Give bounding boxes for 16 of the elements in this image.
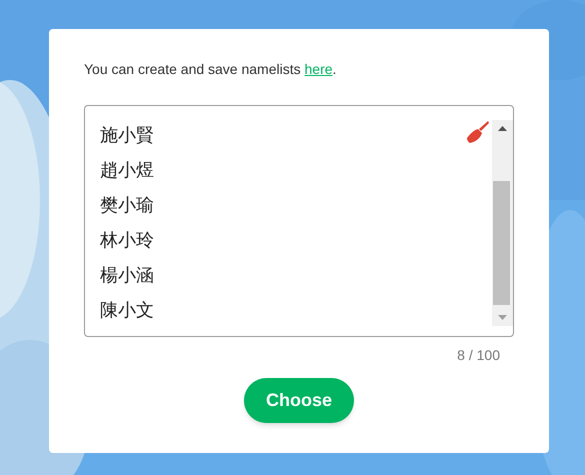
name-line: 施小賢 (100, 124, 154, 147)
name-line: 陳小文 (100, 299, 154, 322)
scroll-thumb[interactable] (493, 181, 510, 305)
name-line: 樊小瑜 (100, 194, 154, 217)
name-line: 趙小煜 (100, 159, 154, 182)
scroll-down-icon[interactable] (498, 315, 507, 320)
names-field[interactable]: 施小賢 趙小煜 樊小瑜 林小玲 楊小涵 陳小文 (84, 105, 514, 337)
name-line: 林小玲 (100, 229, 154, 252)
character-counter: 8 / 100 (457, 346, 500, 365)
here-link[interactable]: here (304, 61, 333, 77)
scrollbar[interactable] (492, 120, 513, 326)
choose-button[interactable]: Choose (244, 378, 354, 423)
broom-icon[interactable] (466, 120, 490, 144)
intro-text: You can create and save namelists here. (84, 60, 338, 79)
scroll-up-icon[interactable] (498, 126, 507, 131)
name-line: 楊小涵 (100, 264, 154, 287)
